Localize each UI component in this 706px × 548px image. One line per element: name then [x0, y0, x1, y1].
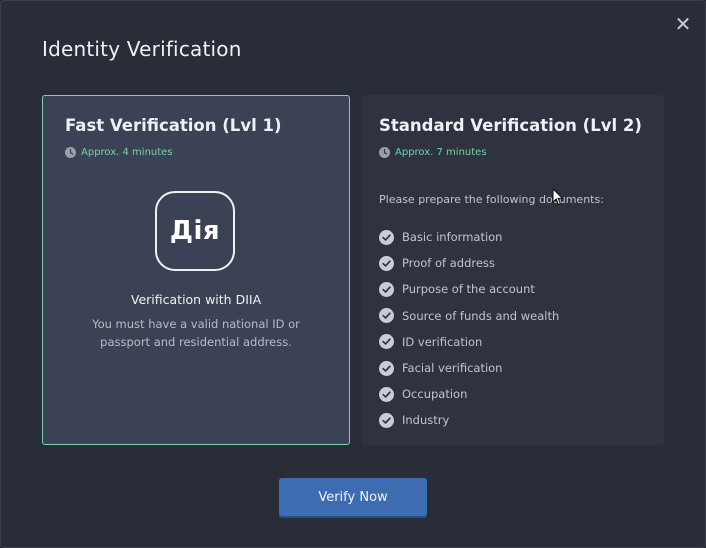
identity-verification-modal: ✕ Identity Verification Fast Verificatio… — [0, 0, 706, 548]
check-circle-icon — [379, 412, 394, 428]
list-item: Proof of address — [379, 250, 559, 276]
document-label: Purpose of the account — [402, 282, 535, 297]
list-item: Source of funds and wealth — [379, 303, 559, 329]
close-button[interactable]: ✕ — [672, 13, 694, 35]
list-item: Industry — [379, 407, 559, 433]
document-label: ID verification — [402, 334, 483, 349]
list-item: Facial verification — [379, 355, 559, 381]
list-item: Occupation — [379, 381, 559, 407]
check-circle-icon — [379, 281, 394, 297]
check-circle-icon — [379, 360, 394, 376]
document-label: Occupation — [402, 387, 468, 402]
list-item: Purpose of the account — [379, 276, 559, 302]
clock-icon — [379, 147, 390, 158]
diia-heading: Verification with DIIA — [130, 292, 262, 307]
diia-logo: Дія — [155, 191, 235, 271]
check-circle-icon — [379, 334, 394, 350]
check-circle-icon — [379, 308, 394, 324]
diia-description: You must have a valid national ID or pas… — [92, 317, 300, 349]
modal-title: Identity Verification — [42, 37, 242, 61]
document-label: Source of funds and wealth — [402, 308, 560, 323]
check-circle-icon — [379, 229, 394, 245]
list-item: Basic information — [379, 224, 559, 250]
list-item: ID verification — [379, 329, 559, 355]
prepare-documents-text: Please prepare the following documents: — [379, 193, 604, 206]
mouse-cursor-icon — [552, 188, 564, 206]
fast-card-time: Approx. 4 minutes — [65, 147, 173, 158]
fast-card-title: Fast Verification (Lvl 1) — [65, 116, 282, 135]
close-icon[interactable]: ✕ — [675, 12, 692, 36]
clock-icon — [65, 147, 76, 158]
fast-verification-card[interactable]: Fast Verification (Lvl 1) Approx. 4 minu… — [42, 95, 350, 445]
check-circle-icon — [379, 255, 394, 271]
document-label: Facial verification — [402, 361, 503, 376]
standard-verification-card[interactable]: Standard Verification (Lvl 2) Approx. 7 … — [362, 95, 664, 445]
document-label: Industry — [402, 413, 450, 428]
standard-card-time-label: Approx. 7 minutes — [395, 147, 487, 158]
diia-logo-text: Дія — [169, 216, 221, 246]
document-label: Proof of address — [402, 256, 495, 271]
check-circle-icon — [379, 386, 394, 402]
verify-now-button[interactable]: Verify Now — [279, 478, 427, 516]
document-list: Basic information Proof of address Purpo… — [379, 224, 559, 434]
standard-card-title: Standard Verification (Lvl 2) — [379, 116, 642, 135]
fast-card-time-label: Approx. 4 minutes — [81, 147, 173, 158]
standard-card-time: Approx. 7 minutes — [379, 147, 487, 158]
document-label: Basic information — [402, 230, 503, 245]
